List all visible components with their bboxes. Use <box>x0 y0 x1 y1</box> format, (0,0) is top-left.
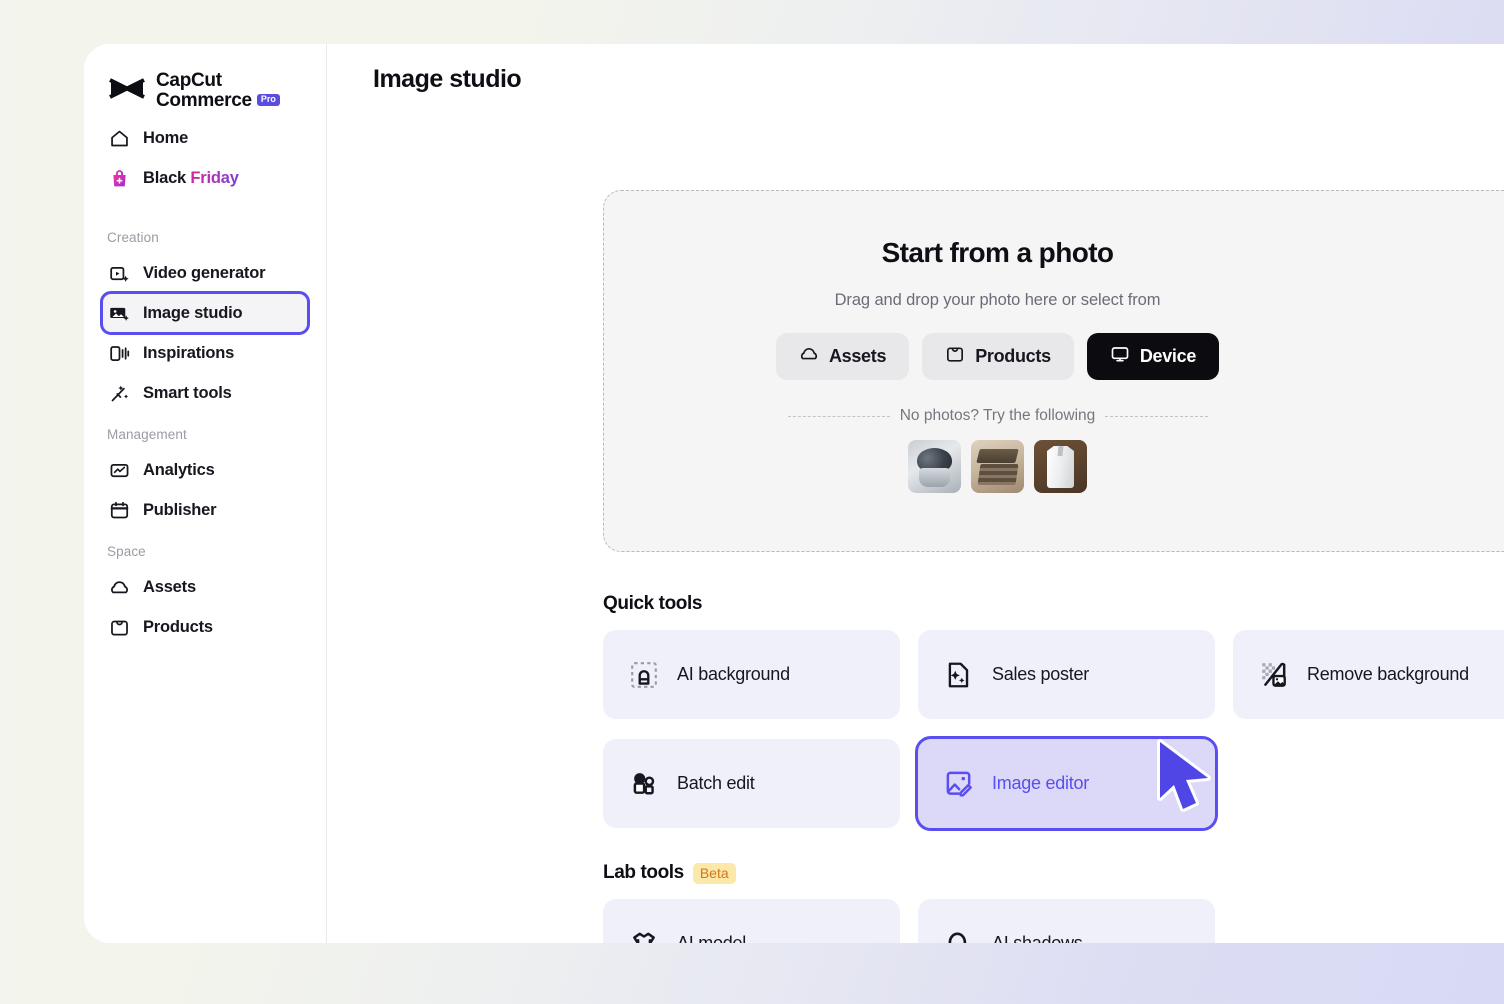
sidebar-item-video-generator[interactable]: Video generator <box>102 253 308 293</box>
photo-dropzone[interactable]: Start from a photo Drag and drop your ph… <box>603 190 1504 552</box>
pro-badge: Pro <box>257 94 280 107</box>
sidebar-group-creation: Creation Video generator <box>84 230 326 413</box>
sidebar-item-smart-tools[interactable]: Smart tools <box>102 373 308 413</box>
product-bag-icon <box>945 344 965 369</box>
divider-text: No photos? Try the following <box>900 407 1096 425</box>
sidebar-item-analytics[interactable]: Analytics <box>102 450 308 490</box>
app-window: CapCut Commerce Pro Home <box>84 44 1504 943</box>
tool-card-image-editor[interactable]: Image editor <box>918 739 1215 828</box>
batch-edit-icon <box>628 768 660 800</box>
sidebar-group-management: Management Analytics <box>84 427 326 530</box>
white-shirt-thumbnail[interactable] <box>1034 440 1087 493</box>
beta-badge: Beta <box>693 863 736 884</box>
sidebar-item-inspirations[interactable]: Inspirations <box>102 333 308 373</box>
tool-card-label: Sales poster <box>992 664 1089 685</box>
image-editor-icon <box>943 768 975 800</box>
sidebar-item-label: Assets <box>143 578 196 597</box>
quick-tools-row-2: Batch edit Image editor <box>603 739 1215 828</box>
section-title: Quick tools <box>603 593 702 615</box>
sidebar-item-image-studio[interactable]: Image studio <box>102 293 308 333</box>
page-title: Image studio <box>373 65 521 94</box>
ai-shadows-icon <box>943 928 975 944</box>
phone-feed-icon <box>108 342 130 364</box>
sidebar-item-label: Inspirations <box>143 344 234 363</box>
magic-wand-icon <box>108 382 130 404</box>
sidebar-item-label: Smart tools <box>143 384 232 403</box>
divider-dash-right <box>1105 416 1207 417</box>
sidebar-item-label: Products <box>143 618 213 637</box>
tool-card-label: Batch edit <box>677 773 755 794</box>
dropzone-inner: Start from a photo Drag and drop your ph… <box>604 191 1391 551</box>
sidebar: CapCut Commerce Pro Home <box>84 44 327 943</box>
device-button[interactable]: Device <box>1087 333 1219 380</box>
sidebar-item-home[interactable]: Home <box>102 118 308 158</box>
quick-tools-row-1: AI background Sales poster <box>603 630 1504 719</box>
dropzone-title: Start from a photo <box>882 237 1114 269</box>
device-button-label: Device <box>1140 346 1196 367</box>
sample-thumbnails <box>908 440 1087 493</box>
content-scroll-area: Start from a photo Drag and drop your ph… <box>327 114 1504 943</box>
sidebar-item-black-friday[interactable]: Black Friday <box>102 158 308 198</box>
products-button-label: Products <box>975 346 1051 367</box>
monitor-icon <box>1110 344 1130 369</box>
sidebar-group-label: Space <box>84 544 326 567</box>
home-icon <box>108 127 130 149</box>
page-header: Image studio <box>327 44 1504 114</box>
tool-card-label: AI background <box>677 664 790 685</box>
assets-button[interactable]: Assets <box>776 333 909 380</box>
sidebar-item-label: Analytics <box>143 461 215 480</box>
dropzone-subtitle: Drag and drop your photo here or select … <box>835 291 1161 310</box>
quick-tools-heading: Quick tools <box>603 593 702 615</box>
sidebar-item-label: Publisher <box>143 501 216 520</box>
brand-name-line1: CapCut <box>156 71 280 91</box>
tool-card-ai-background[interactable]: AI background <box>603 630 900 719</box>
capcut-logo-icon <box>107 74 147 109</box>
products-button[interactable]: Products <box>922 333 1074 380</box>
tool-card-label: AI model <box>677 933 746 943</box>
product-bag-icon <box>108 616 130 638</box>
ai-background-icon <box>628 659 660 691</box>
earbuds-thumbnail[interactable] <box>908 440 961 493</box>
ai-model-shirt-icon <box>628 928 660 944</box>
calendar-icon <box>108 499 130 521</box>
brand-name-line2: Commerce <box>156 91 252 111</box>
tool-card-ai-model[interactable]: AI model <box>603 899 900 943</box>
sidebar-group-label: Creation <box>84 230 326 253</box>
black-friday-label-black: Black <box>143 169 186 187</box>
video-sparkle-icon <box>108 262 130 284</box>
divider-dash-left <box>788 416 890 417</box>
sidebar-item-label: Video generator <box>143 264 265 283</box>
lab-tools-row-1: AI model AI shadows <box>603 899 1215 943</box>
gift-bag-icon <box>108 167 130 189</box>
tool-card-ai-shadows[interactable]: AI shadows <box>918 899 1215 943</box>
sidebar-item-publisher[interactable]: Publisher <box>102 490 308 530</box>
tool-card-label: Remove background <box>1307 664 1469 685</box>
chart-box-icon <box>108 459 130 481</box>
main-content: Image studio Start from a photo Drag and… <box>327 44 1504 943</box>
sidebar-item-products[interactable]: Products <box>102 607 308 647</box>
remove-background-icon <box>1258 659 1290 691</box>
cloud-icon <box>799 344 819 369</box>
sidebar-item-label: Image studio <box>143 304 242 323</box>
lab-tools-heading: Lab tools Beta <box>603 862 736 884</box>
cloud-icon <box>108 576 130 598</box>
sidebar-group-space: Space Assets Products <box>84 544 326 647</box>
sidebar-item-label: Home <box>143 129 188 148</box>
tool-card-batch-edit[interactable]: Batch edit <box>603 739 900 828</box>
no-photos-divider: No photos? Try the following <box>788 407 1208 425</box>
makeup-palette-thumbnail[interactable] <box>971 440 1024 493</box>
tool-card-sales-poster[interactable]: Sales poster <box>918 630 1215 719</box>
tool-card-label: Image editor <box>992 773 1089 794</box>
assets-button-label: Assets <box>829 346 886 367</box>
sidebar-item-assets[interactable]: Assets <box>102 567 308 607</box>
dropzone-source-buttons: Assets Products <box>776 333 1219 380</box>
brand-logo-block[interactable]: CapCut Commerce Pro <box>84 58 326 118</box>
black-friday-label-accent: Friday <box>190 169 238 187</box>
image-sparkle-icon <box>108 302 130 324</box>
tool-card-remove-background[interactable]: Remove background <box>1233 630 1504 719</box>
tool-card-label: AI shadows <box>992 933 1083 943</box>
sales-poster-icon <box>943 659 975 691</box>
section-title: Lab tools <box>603 862 684 884</box>
sidebar-group-label: Management <box>84 427 326 450</box>
